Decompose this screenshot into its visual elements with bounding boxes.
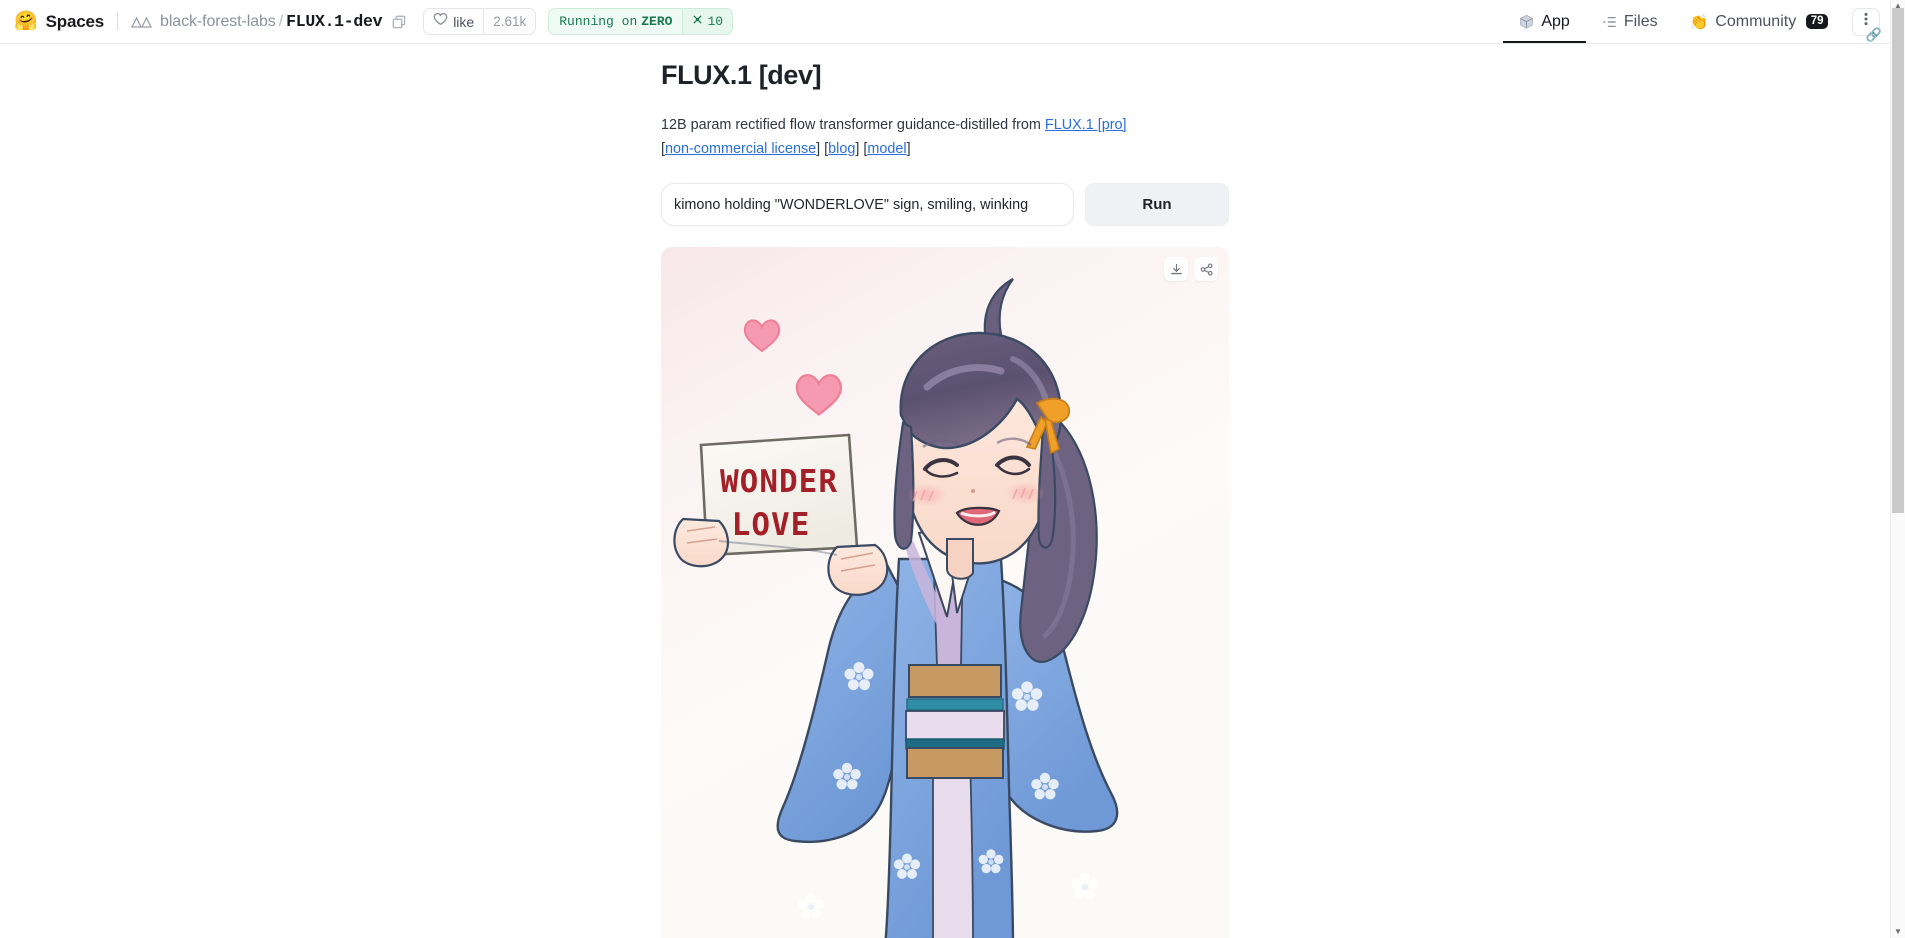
repo-name-link[interactable]: FLUX.1-dev <box>286 12 382 31</box>
header-left-group: 🤗 Spaces black-forest-labs / FLUX.1-dev <box>0 8 1503 35</box>
left-hand <box>673 517 729 568</box>
app-content-column: FLUX.1 [dev] 12B param rectified flow tr… <box>661 44 1229 938</box>
image-toolbar <box>1164 257 1218 281</box>
header-tabs: App Files 👏 Community 79 <box>1503 0 1890 43</box>
output-image-container[interactable]: WONDER LOVE <box>661 247 1229 938</box>
runtime-prefix: Running on <box>559 14 638 29</box>
sign-text-line2: LOVE <box>732 507 811 543</box>
runtime-hardware-label[interactable]: Running on ZERO <box>549 9 682 34</box>
cube-icon <box>1519 14 1534 30</box>
runtime-replica-count: 10 <box>707 14 724 29</box>
app-description-text: 12B param rectified flow transformer gui… <box>661 117 1045 133</box>
community-count-badge: 79 <box>1806 13 1828 30</box>
runtime-status-badge: Running on ZERO 10 <box>548 8 734 35</box>
generated-image: WONDER LOVE <box>661 247 1229 938</box>
flux-pro-link[interactable]: FLUX.1 [pro] <box>1045 117 1127 133</box>
neck <box>946 538 974 580</box>
paperclip-icon[interactable]: 🔗 <box>1866 27 1882 43</box>
files-icon <box>1602 15 1617 29</box>
obi-lower <box>906 747 1004 779</box>
repo-separator: / <box>278 12 284 30</box>
tab-files[interactable]: Files <box>1586 0 1674 43</box>
repo-org-link[interactable]: black-forest-labs <box>160 13 276 31</box>
license-bracket-close: ] <box>816 141 821 157</box>
raised-hand-icon: 👏 <box>1689 13 1709 31</box>
header-divider <box>117 13 119 30</box>
app-description: 12B param rectified flow transformer gui… <box>661 113 1229 137</box>
runtime-replicas[interactable]: 10 <box>682 9 733 34</box>
heart-icon <box>433 12 448 31</box>
site-header: 🤗 Spaces black-forest-labs / FLUX.1-dev <box>0 0 1890 44</box>
app-links-row: [non-commercial license] [blog] [model] <box>661 137 1229 161</box>
spaces-gradio-icon <box>131 15 153 29</box>
tab-files-label: Files <box>1623 12 1658 30</box>
obi-cord-upper <box>906 698 1004 711</box>
run-button[interactable]: Run <box>1085 183 1229 226</box>
share-icon[interactable] <box>1194 257 1218 281</box>
copy-icon[interactable] <box>390 13 407 30</box>
like-button[interactable]: like <box>424 9 483 34</box>
prompt-input-value: kimono holding "WONDERLOVE" sign, smilin… <box>674 196 1029 213</box>
model-link[interactable]: model <box>867 141 906 157</box>
sign-text-line1: WONDER <box>720 464 838 500</box>
non-commercial-license-link[interactable]: non-commercial license <box>665 141 816 157</box>
cluster-icon <box>692 14 703 29</box>
blush-left <box>907 483 947 507</box>
like-count[interactable]: 2.61k <box>483 9 536 34</box>
tab-app[interactable]: App <box>1503 0 1587 43</box>
page-title: FLUX.1 [dev] <box>661 60 822 90</box>
tab-app-label: App <box>1541 12 1570 30</box>
scrollbar-thumb[interactable] <box>1892 8 1904 513</box>
obi-upper <box>908 664 1002 698</box>
tab-community[interactable]: 👏 Community 79 <box>1674 0 1844 43</box>
like-group: like 2.61k <box>423 8 537 35</box>
hugging-face-logo-icon[interactable]: 🤗 <box>14 12 38 31</box>
blush-right <box>1005 481 1045 505</box>
prompt-input[interactable]: kimono holding "WONDERLOVE" sign, smilin… <box>661 183 1074 226</box>
runtime-hardware: ZERO <box>641 14 673 29</box>
gradio-app-area: FLUX.1 [dev] 12B param rectified flow tr… <box>0 44 1890 938</box>
caret-down-icon[interactable]: ▼ <box>1894 928 1902 936</box>
model-bracket-close: ] <box>906 141 911 157</box>
like-label: like <box>453 13 475 30</box>
blog-bracket-close: ] <box>855 141 860 157</box>
download-icon[interactable] <box>1164 257 1188 281</box>
prompt-row: kimono holding "WONDERLOVE" sign, smilin… <box>661 183 1229 226</box>
right-hand <box>827 543 889 596</box>
spaces-link[interactable]: Spaces <box>46 12 105 32</box>
tab-community-label: Community <box>1715 12 1797 30</box>
obi-sash <box>905 710 1005 742</box>
blog-link[interactable]: blog <box>828 141 855 157</box>
page-scrollbar[interactable]: ▲ ▼ <box>1890 0 1905 938</box>
